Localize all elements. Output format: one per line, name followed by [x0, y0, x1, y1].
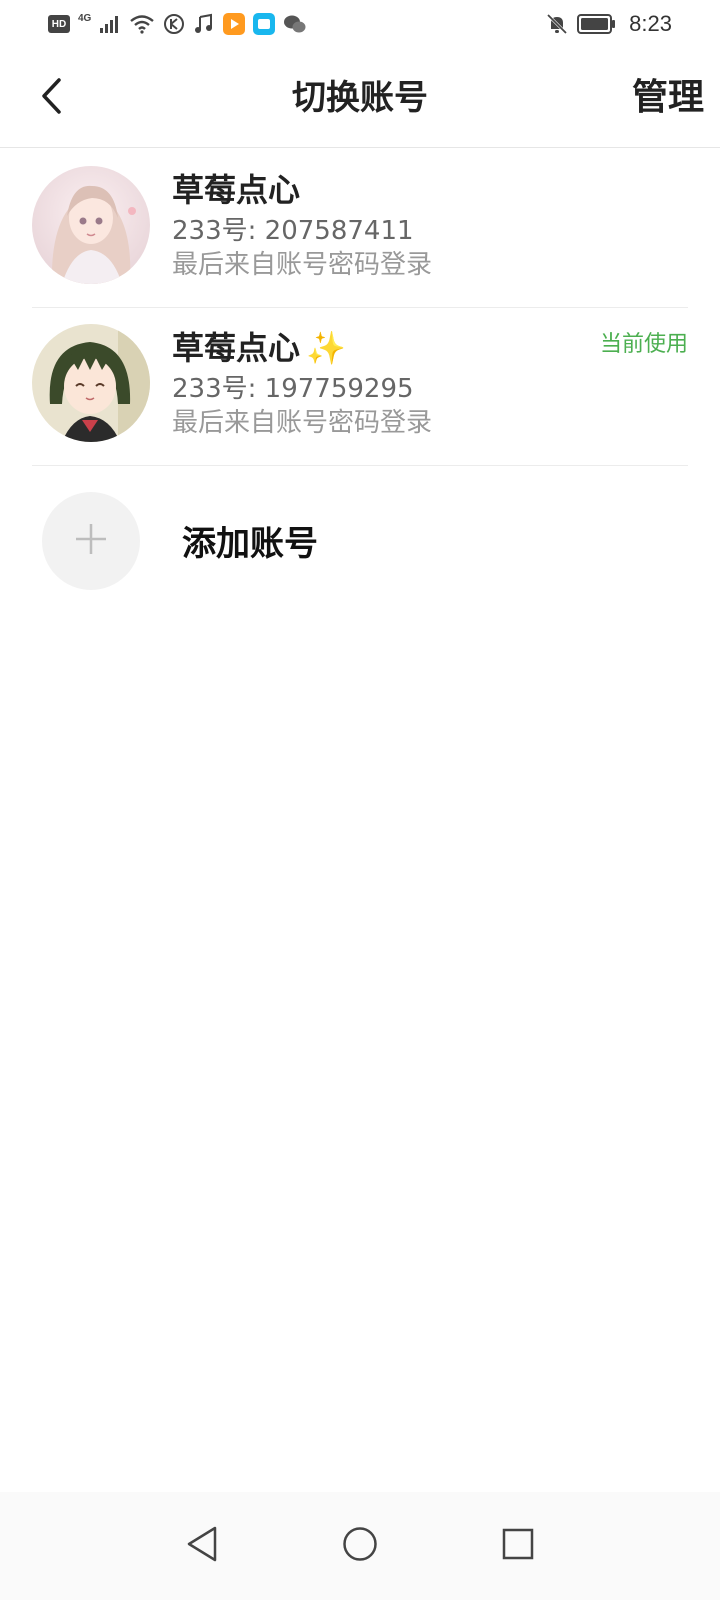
account-item[interactable]: 草莓点心 233号: 207587411 最后来自账号密码登录 — [32, 150, 688, 308]
recents-square-icon — [501, 1527, 535, 1565]
avatar — [32, 324, 150, 442]
plus-icon — [74, 522, 108, 560]
account-name: 草莓点心 ✨ — [172, 328, 346, 368]
music-note-icon — [193, 13, 215, 35]
account-name: 草莓点心 — [172, 170, 300, 210]
add-account-label: 添加账号 — [182, 524, 318, 564]
account-name-text: 草莓点心 — [172, 171, 301, 209]
account-login-source: 最后来自账号密码登录 — [172, 250, 433, 280]
status-right: 8:23 — [545, 11, 672, 37]
home-circle-icon — [341, 1525, 379, 1567]
nav-back-button[interactable] — [178, 1522, 226, 1570]
add-account-circle — [42, 492, 140, 590]
current-in-use-badge: 当前使用 — [599, 332, 688, 357]
network-type: 4G — [78, 12, 92, 24]
page-title: 切换账号 — [292, 78, 428, 118]
clock: 8:23 — [629, 11, 672, 36]
back-triangle-icon — [185, 1525, 219, 1567]
hd-badge: HD — [48, 15, 70, 33]
kugou-app-icon — [163, 13, 185, 35]
account-name-text: 草莓点心 — [172, 329, 301, 367]
header: 切换账号 管理 — [0, 48, 720, 148]
account-item[interactable]: 草莓点心 ✨ 当前使用 233号: 197759295 最后来自账号密码登录 — [32, 308, 688, 466]
wechat-icon — [283, 13, 307, 35]
video-app-icon — [223, 13, 246, 35]
battery-icon — [577, 13, 617, 35]
tv-app-icon — [253, 13, 276, 35]
manage-button[interactable]: 管理 — [632, 74, 704, 122]
system-nav-bar — [0, 1492, 720, 1600]
account-id: 233号: 197759295 — [172, 374, 414, 404]
signal-icon — [99, 14, 121, 34]
avatar — [32, 166, 150, 284]
sparkles-emoji: ✨ — [306, 329, 346, 367]
wifi-icon — [129, 14, 155, 34]
status-left: HD 4G — [48, 13, 307, 35]
bell-muted-icon — [545, 12, 569, 36]
account-login-source: 最后来自账号密码登录 — [172, 408, 433, 438]
add-account-button[interactable]: 添加账号 — [40, 490, 680, 594]
status-bar: HD 4G 8:23 — [0, 0, 720, 48]
nav-home-button[interactable] — [336, 1522, 384, 1570]
account-id: 233号: 207587411 — [172, 216, 414, 246]
nav-recents-button[interactable] — [494, 1522, 542, 1570]
